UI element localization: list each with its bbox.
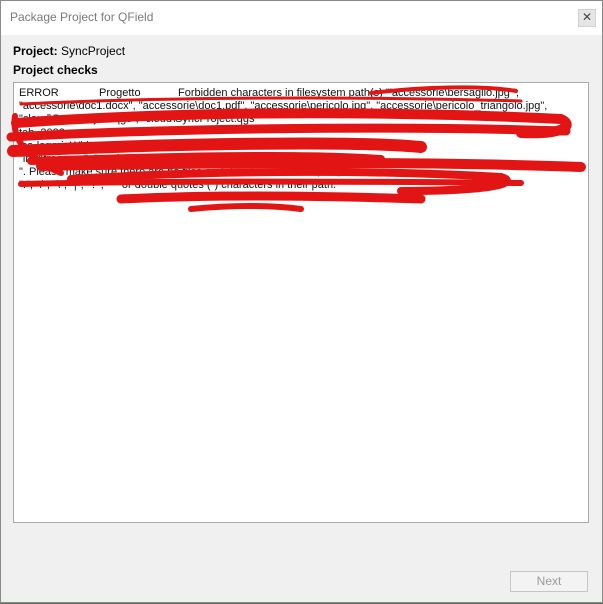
log-line-8: ":", "/", "\", "|", "?", "*" or double q… (19, 179, 337, 192)
log-line-5: las-logo-inWhite.png", (19, 139, 127, 152)
project-checks-textbox[interactable]: ERROR Progetto Forbidden characters in fil… (13, 82, 589, 523)
project-row: Project: SyncProject (13, 44, 125, 58)
log-source: Progetto (99, 87, 141, 99)
log-line-4: tab_2022 (19, 126, 65, 139)
next-button[interactable]: Next (510, 571, 588, 592)
log-text: ERROR Progetto Forbidden characters in fil… (19, 87, 585, 193)
dialog-window: Package Project for QField ✕ Project: Sy… (0, 0, 603, 603)
project-label: Project: (13, 44, 58, 58)
log-line-3: "cloud\SyncProject.qgs", "cloud\SyncProj… (19, 113, 259, 126)
log-line-2: "accessorie\doc1.docx", "accessorie\doc1… (19, 100, 548, 113)
log-line-6: "img\tree.png", "modelli\..." (19, 153, 149, 166)
project-name: SyncProject (61, 44, 126, 58)
close-button[interactable]: ✕ (578, 9, 596, 27)
log-line-7: ". Please make sure there are no files a… (19, 166, 341, 179)
window-title: Package Project for QField (10, 10, 154, 24)
log-level: ERROR (19, 87, 59, 99)
log-line-1: Forbidden characters in filesystem path(… (178, 87, 519, 99)
project-checks-heading: Project checks (13, 63, 98, 77)
title-bar[interactable]: Package Project for QField ✕ (1, 1, 602, 35)
close-icon: ✕ (582, 10, 593, 24)
